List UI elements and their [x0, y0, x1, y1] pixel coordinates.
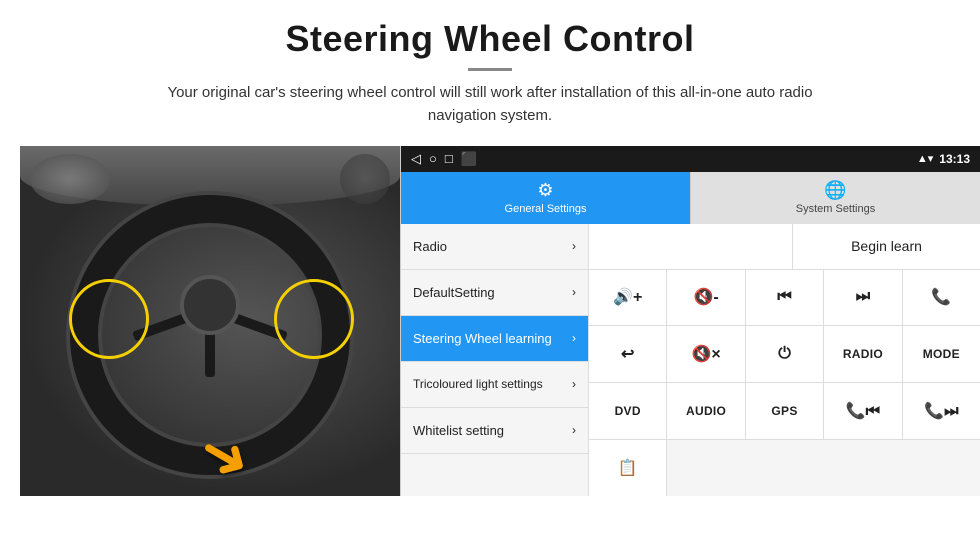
- status-right: ▲▾ 13:13: [917, 152, 970, 166]
- car-image-panel: ➜: [20, 146, 400, 496]
- gps-label: GPS: [771, 404, 797, 418]
- list-icon: 📋: [618, 458, 638, 478]
- menu-item-whitelist[interactable]: Whitelist setting ›: [401, 408, 588, 454]
- status-time: 13:13: [939, 152, 970, 166]
- phone-icon: 📞: [931, 287, 951, 307]
- next-track-button[interactable]: ⏭: [824, 270, 902, 326]
- main-area: Radio › DefaultSetting › Steering Wheel …: [401, 224, 980, 496]
- btn-row-2: ↩ 🔇× ⏻ RADIO MO: [589, 326, 980, 383]
- phone-next-button[interactable]: 📞⏭: [903, 383, 980, 439]
- system-settings-icon: 🌐: [824, 180, 846, 201]
- gauge-left: [30, 154, 110, 204]
- dvd-label: DVD: [615, 404, 641, 418]
- status-bar: ◁ ○ □ ⬛ ▲▾ 13:13: [401, 146, 980, 172]
- general-settings-icon: ⚙: [537, 180, 553, 201]
- status-icons-left: ◁ ○ □ ⬛: [411, 151, 477, 167]
- wifi-icon: ▲▾: [917, 152, 933, 165]
- controls-empty-space: [589, 224, 792, 269]
- menu-item-default[interactable]: DefaultSetting ›: [401, 270, 588, 316]
- power-button[interactable]: ⏻: [746, 326, 824, 382]
- chevron-icon-tricoloured: ›: [572, 377, 576, 391]
- phone-prev-icon: 📞⏮: [846, 401, 880, 421]
- mute-icon: 🔇×: [691, 344, 720, 364]
- menu-item-tricoloured[interactable]: Tricoloured light settings ›: [401, 362, 588, 408]
- mute-button[interactable]: 🔇×: [667, 326, 745, 382]
- mode-button[interactable]: MODE: [903, 326, 980, 382]
- menu-item-radio[interactable]: Radio ›: [401, 224, 588, 270]
- begin-learn-button[interactable]: Begin learn: [792, 224, 980, 269]
- radio-label: RADIO: [843, 347, 883, 361]
- vol-up-icon: 🔊+: [613, 287, 642, 307]
- btn-row-1: 🔊+ 🔇- ⏮ ⏭ 📞: [589, 270, 980, 327]
- menu-list: Radio › DefaultSetting › Steering Wheel …: [401, 224, 589, 496]
- vol-down-button[interactable]: 🔇-: [667, 270, 745, 326]
- menu-label-radio: Radio: [413, 239, 447, 254]
- empty-space-row4: [667, 440, 980, 496]
- audio-label: AUDIO: [686, 404, 726, 418]
- android-panel: ◁ ○ □ ⬛ ▲▾ 13:13 ⚙ General Settings 🌐: [400, 146, 980, 496]
- gauge-right: [340, 154, 390, 204]
- header-section: Steering Wheel Control Your original car…: [0, 0, 980, 138]
- gps-button[interactable]: GPS: [746, 383, 824, 439]
- recent-nav-icon: □: [445, 151, 453, 166]
- menu-label-steering: Steering Wheel learning: [413, 331, 552, 346]
- tab-system-label: System Settings: [796, 203, 875, 215]
- prev-track-icon: ⏮: [777, 288, 791, 306]
- list-button[interactable]: 📋: [589, 440, 667, 496]
- audio-button[interactable]: AUDIO: [667, 383, 745, 439]
- page-subtitle: Your original car's steering wheel contr…: [150, 81, 830, 128]
- page: Steering Wheel Control Your original car…: [0, 0, 980, 549]
- arrow-container: ➜: [200, 426, 250, 486]
- next-track-icon: ⏭: [856, 288, 870, 306]
- content-row: ➜ ◁ ○ □ ⬛ ▲▾ 13:13: [0, 146, 980, 549]
- menu-label-default: DefaultSetting: [413, 285, 495, 300]
- menu-label-whitelist: Whitelist setting: [413, 423, 504, 438]
- power-icon: ⏻: [778, 345, 791, 363]
- back-call-button[interactable]: ↩: [589, 326, 667, 382]
- tab-bar: ⚙ General Settings 🌐 System Settings: [401, 172, 980, 224]
- chevron-icon-steering: ›: [572, 331, 576, 345]
- phone-button[interactable]: 📞: [903, 270, 980, 326]
- title-divider: [468, 68, 512, 71]
- mode-label: MODE: [923, 347, 960, 361]
- phone-prev-button[interactable]: 📞⏮: [824, 383, 902, 439]
- vol-up-button[interactable]: 🔊+: [589, 270, 667, 326]
- menu-item-steering[interactable]: Steering Wheel learning ›: [401, 316, 588, 362]
- back-nav-icon: ◁: [411, 151, 421, 167]
- page-title: Steering Wheel Control: [40, 18, 940, 60]
- chevron-icon-whitelist: ›: [572, 423, 576, 437]
- prev-track-button[interactable]: ⏮: [746, 270, 824, 326]
- steering-bg: ➜: [20, 146, 400, 496]
- vol-down-icon: 🔇-: [693, 287, 718, 307]
- btn-row-4: 📋: [589, 440, 980, 496]
- tab-general-settings[interactable]: ⚙ General Settings: [401, 172, 690, 224]
- highlight-circle-left: [69, 279, 149, 359]
- screenshot-nav-icon: ⬛: [461, 151, 477, 167]
- dvd-button[interactable]: DVD: [589, 383, 667, 439]
- highlight-circle-right: [274, 279, 354, 359]
- chevron-icon-radio: ›: [572, 239, 576, 253]
- btn-row-3: DVD AUDIO GPS 📞⏮: [589, 383, 980, 440]
- wheel-hub: [180, 275, 240, 335]
- back-call-icon: ↩: [621, 344, 634, 364]
- menu-label-tricoloured: Tricoloured light settings: [413, 377, 543, 391]
- tab-system-settings[interactable]: 🌐 System Settings: [690, 172, 980, 224]
- phone-next-icon: 📞⏭: [924, 401, 958, 421]
- controls-panel: Begin learn 🔊+ 🔇-: [589, 224, 980, 496]
- chevron-icon-default: ›: [572, 285, 576, 299]
- tab-general-label: General Settings: [505, 203, 587, 215]
- button-grid: 🔊+ 🔇- ⏮ ⏭ 📞: [589, 270, 980, 496]
- radio-button[interactable]: RADIO: [824, 326, 902, 382]
- controls-top-row: Begin learn: [589, 224, 980, 270]
- home-nav-icon: ○: [429, 151, 437, 166]
